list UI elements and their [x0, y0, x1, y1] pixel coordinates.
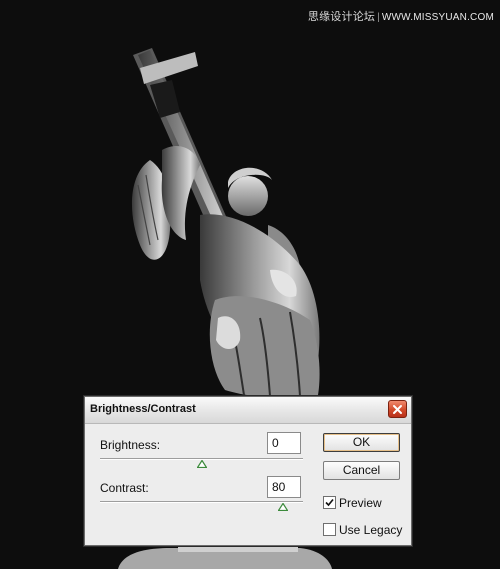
cancel-button[interactable]: Cancel [323, 461, 400, 480]
dialog-title: Brightness/Contrast [90, 403, 196, 415]
ok-button[interactable]: OK [323, 433, 400, 452]
pedestal [118, 546, 332, 569]
contrast-label: Contrast: [100, 481, 149, 495]
watermark: 思缘设计论坛 | WWW.MISSYUAN.COM [308, 8, 494, 24]
brightness-slider-thumb[interactable] [196, 460, 207, 468]
checkmark-icon [325, 498, 334, 507]
preview-checkbox[interactable] [323, 496, 336, 509]
preview-label[interactable]: Preview [339, 496, 382, 510]
use-legacy-checkbox[interactable] [323, 523, 336, 536]
brightness-input[interactable]: 0 [267, 432, 301, 454]
close-icon [393, 404, 402, 414]
close-button[interactable] [388, 400, 407, 418]
watermark-separator: | [377, 12, 380, 23]
contrast-slider-track[interactable] [100, 501, 303, 503]
angel-figure [161, 145, 320, 398]
dialog-titlebar[interactable]: Brightness/Contrast [85, 397, 411, 424]
brightness-contrast-dialog: Brightness/Contrast Brightness: 0 Contra… [84, 396, 412, 546]
watermark-url: WWW.MISSYUAN.COM [381, 12, 494, 23]
use-legacy-label[interactable]: Use Legacy [339, 523, 402, 537]
contrast-input[interactable]: 80 [267, 476, 301, 498]
brightness-label: Brightness: [100, 438, 161, 452]
contrast-slider-thumb[interactable] [277, 503, 288, 511]
watermark-site-name: 思缘设计论坛 [307, 11, 376, 23]
